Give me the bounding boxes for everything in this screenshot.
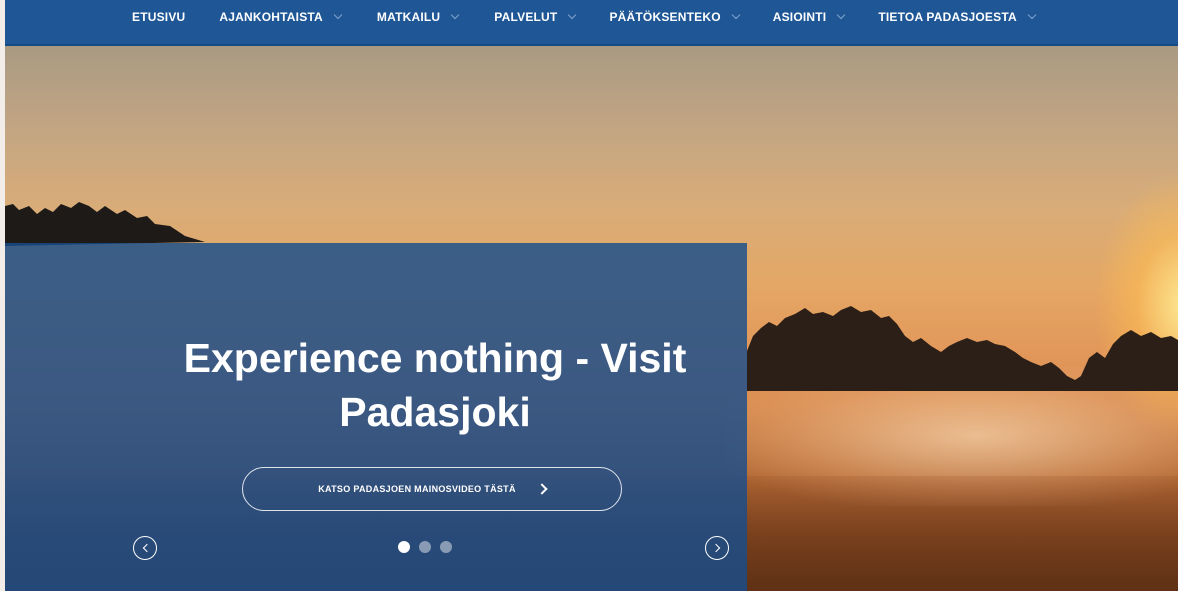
slider-dots [398, 541, 452, 553]
nav-item-ajankohtaista[interactable]: AJANKOHTAISTA [219, 0, 343, 34]
chevron-down-icon [333, 10, 343, 20]
chevron-down-icon [451, 10, 460, 20]
slider-next-button[interactable] [705, 536, 729, 560]
nav-item-etusivu[interactable]: ETUSIVU [132, 0, 185, 34]
nav-item-tietoa-padasjoesta[interactable]: TIETOA PADASJOESTA [878, 0, 1037, 34]
chevron-down-icon [731, 10, 740, 20]
watch-video-button[interactable]: KATSO PADASJOEN MAINOSVIDEO TÄSTÄ [242, 467, 622, 511]
hero-caption-panel: Experience nothing - Visit Padasjoki KAT… [5, 243, 747, 591]
watch-video-button-label: KATSO PADASJOEN MAINOSVIDEO TÄSTÄ [318, 484, 516, 494]
chevron-left-circle-icon [142, 543, 151, 553]
nav-item-label: PÄÄTÖKSENTEKO [609, 10, 721, 24]
slider-dot-3[interactable] [440, 541, 452, 553]
nav-item-label: TIETOA PADASJOESTA [878, 10, 1017, 24]
chevron-right-icon [536, 483, 548, 495]
chevron-down-icon [568, 10, 577, 20]
nav-item-label: AJANKOHTAISTA [219, 10, 323, 24]
main-navigation: ETUSIVU AJANKOHTAISTA MATKAILU PALVELUT … [5, 0, 1178, 46]
nav-item-label: MATKAILU [376, 10, 441, 24]
nav-item-label: ETUSIVU [132, 10, 186, 24]
nav-item-palvelut[interactable]: PALVELUT [494, 0, 577, 34]
nav-item-label: PALVELUT [494, 10, 558, 24]
nav-item-asiointi[interactable]: ASIOINTI [772, 0, 846, 34]
page: ETUSIVU AJANKOHTAISTA MATKAILU PALVELUT … [0, 0, 1178, 591]
hero-title-line-1: Experience nothing - Visit [183, 335, 687, 381]
slider-prev-button[interactable] [133, 536, 157, 560]
slider-dot-2[interactable] [419, 541, 431, 553]
nav-item-label: ASIOINTI [772, 10, 827, 24]
slider-dot-1[interactable] [398, 541, 410, 553]
hero-title: Experience nothing - Visit Padasjoki [125, 331, 745, 439]
hero-title-line-2: Padasjoki [339, 389, 531, 435]
nav-item-matkailu[interactable]: MATKAILU [376, 0, 460, 34]
chevron-down-icon [1027, 10, 1037, 20]
chevron-down-icon [837, 10, 846, 20]
nav-item-paatoksenteko[interactable]: PÄÄTÖKSENTEKO [609, 0, 740, 34]
chevron-right-circle-icon [711, 543, 720, 553]
